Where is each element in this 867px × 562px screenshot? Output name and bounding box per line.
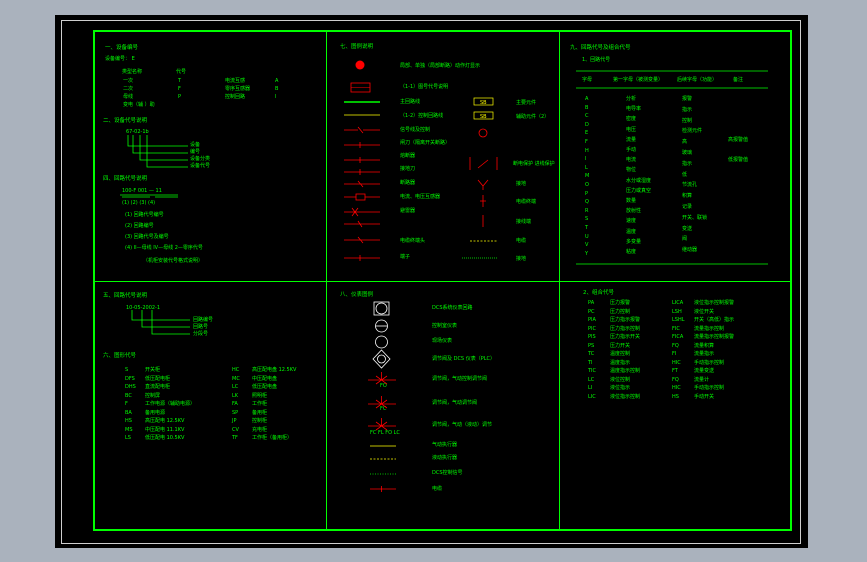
field-instrument-icon bbox=[375, 335, 388, 349]
aux-element-icon bbox=[473, 111, 494, 120]
terminal-icon bbox=[344, 236, 380, 244]
indicator-lamp-icon bbox=[355, 60, 365, 70]
earth-icon bbox=[477, 179, 489, 190]
earth-switch-icon bbox=[344, 169, 380, 175]
valve-symbols bbox=[368, 372, 396, 492]
letter-table-rules bbox=[576, 70, 768, 265]
fuse-icon bbox=[344, 157, 380, 163]
hydraulic-valve-icon bbox=[368, 418, 396, 431]
pneumatic-valve-icon bbox=[368, 396, 396, 409]
switch-icon bbox=[344, 142, 380, 148]
arrester-icon bbox=[344, 207, 380, 217]
main-element-icon bbox=[473, 97, 494, 106]
symbol-layer bbox=[120, 60, 768, 492]
ground-icon bbox=[344, 255, 380, 261]
plc-instrument-icon bbox=[372, 349, 391, 369]
legend-symbols bbox=[344, 60, 498, 261]
cable-icon bbox=[370, 486, 396, 492]
cable-head-icon bbox=[344, 220, 380, 228]
device-code-diagram bbox=[120, 135, 190, 335]
protection-icon bbox=[478, 128, 488, 138]
cable-end-icon bbox=[480, 195, 486, 207]
disconnector-icon bbox=[344, 126, 380, 134]
breaker-icon bbox=[344, 180, 380, 188]
control-valve-icon bbox=[368, 372, 396, 385]
incoming-icon bbox=[469, 157, 498, 170]
instrument-symbols bbox=[372, 301, 391, 369]
